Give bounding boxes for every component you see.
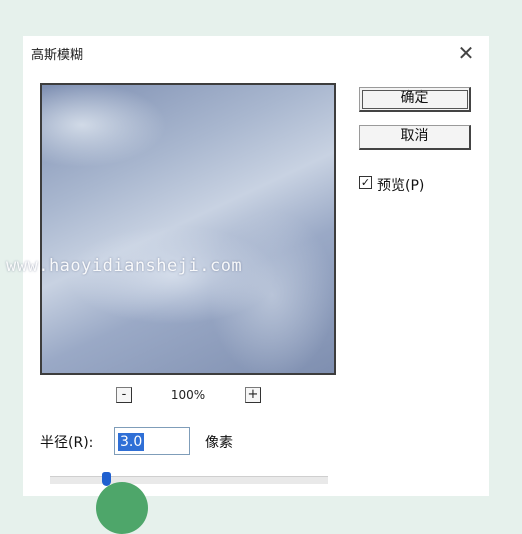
radius-label: 半径(R): bbox=[40, 435, 94, 451]
close-icon[interactable]: ✕ bbox=[453, 40, 479, 66]
watermark: www.haoyidiansheji.com bbox=[6, 256, 243, 276]
ok-button[interactable]: 确定 bbox=[359, 87, 471, 112]
checkbox-check-icon[interactable]: ✓ bbox=[359, 176, 372, 189]
preview-label: 预览(P) bbox=[377, 178, 425, 194]
radius-slider-thumb[interactable] bbox=[102, 472, 111, 486]
decorative-circle bbox=[96, 482, 148, 534]
zoom-level: 100% bbox=[170, 388, 206, 402]
dialog-title: 高斯模糊 bbox=[31, 48, 84, 63]
zoom-in-button[interactable]: + bbox=[245, 387, 261, 403]
preview-image[interactable] bbox=[40, 83, 336, 375]
radius-value[interactable]: 3.0 bbox=[118, 433, 145, 451]
radius-slider-track[interactable] bbox=[50, 476, 328, 484]
radius-input[interactable]: 3.0 bbox=[114, 427, 190, 455]
unit-label: 像素 bbox=[205, 435, 233, 451]
title-bar: 高斯模糊 ✕ bbox=[23, 36, 489, 70]
cancel-button[interactable]: 取消 bbox=[359, 125, 471, 150]
zoom-out-button[interactable]: - bbox=[116, 387, 132, 403]
